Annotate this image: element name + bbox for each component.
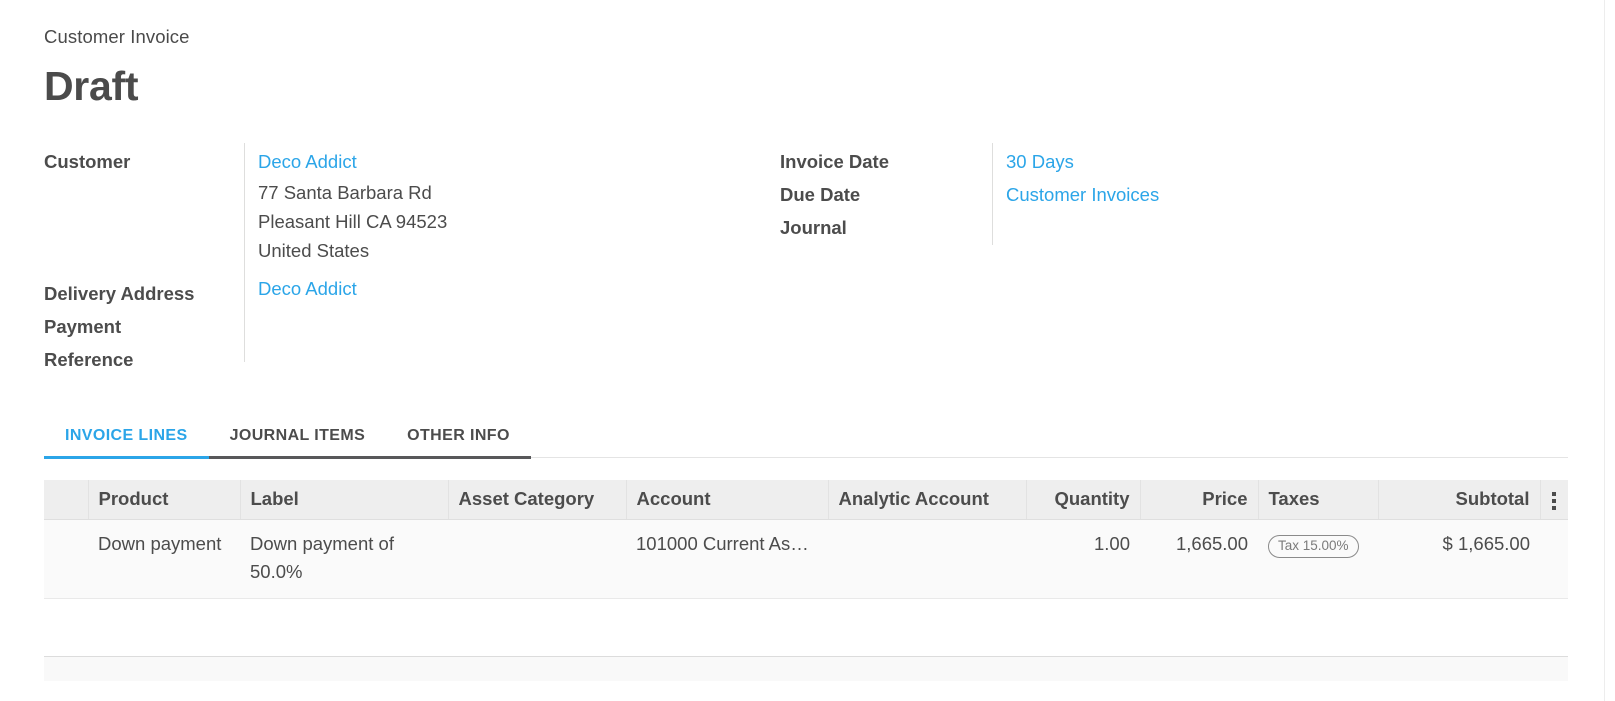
cell-analytic-account[interactable] [828, 519, 1026, 600]
cell-asset-category[interactable] [448, 519, 626, 600]
cell-quantity[interactable]: 1.00 [1026, 519, 1140, 600]
page-title: Draft [44, 63, 139, 110]
invoice-form-page: Customer Invoice Draft Customer Delivery… [0, 0, 1615, 701]
cell-row-options [1540, 519, 1568, 600]
tab-journal-items[interactable]: JOURNAL ITEMS [208, 419, 387, 460]
cell-subtotal: $ 1,665.00 [1378, 519, 1540, 600]
customer-name-link[interactable]: Deco Addict [258, 151, 357, 172]
column-options-cell [1540, 480, 1568, 521]
right-labels-column: Invoice Date Due Date Journal [780, 142, 992, 376]
form-groups: Customer Delivery Address Payment Refere… [0, 142, 1615, 376]
invoice-lines-table: Product Label Asset Category Account Ana… [44, 480, 1568, 600]
right-values-column: 30 Days Customer Invoices [993, 142, 1159, 376]
label-journal: Journal [780, 217, 847, 239]
label-customer: Customer [44, 151, 131, 173]
label-delivery-address: Delivery Address [44, 283, 195, 305]
vertical-scrollbar[interactable] [1604, 0, 1615, 701]
form-header: Customer Invoice Draft [0, 0, 1615, 112]
label-due-date: Due Date [780, 184, 861, 206]
customer-address-line-2: Pleasant Hill CA 94523 [258, 211, 448, 233]
notebook: INVOICE LINES JOURNAL ITEMS OTHER INFO [0, 418, 1615, 460]
cell-account[interactable]: 101000 Current As… [626, 519, 828, 600]
totals-panel [44, 656, 1568, 682]
column-header-account[interactable]: Account [626, 480, 829, 521]
column-header-price[interactable]: Price [1140, 480, 1259, 521]
breadcrumb: Customer Invoice [44, 26, 190, 47]
row-handle-cell[interactable] [44, 519, 88, 600]
table-header-row: Product Label Asset Category Account Ana… [44, 480, 1568, 521]
label-payment-reference: Payment Reference [44, 316, 134, 371]
cell-account-text: 101000 Current As… [636, 533, 809, 555]
form-group-left: Customer Delivery Address Payment Refere… [44, 142, 780, 376]
left-labels-column: Customer Delivery Address Payment Refere… [44, 142, 244, 376]
column-header-handle [44, 480, 89, 521]
delivery-address-link[interactable]: Deco Addict [258, 278, 357, 299]
journal-value[interactable]: Customer Invoices [1006, 184, 1159, 205]
table-row[interactable]: Down payment Down payment of 50.0% 10100… [44, 519, 1568, 600]
left-values-column: Deco Addict 77 Santa Barbara Rd Pleasant… [245, 142, 447, 376]
vertical-dots-icon[interactable] [1552, 492, 1557, 511]
due-date-value[interactable]: 30 Days [1006, 151, 1074, 172]
column-header-product[interactable]: Product [88, 480, 241, 521]
label-invoice-date: Invoice Date [780, 151, 889, 173]
column-header-asset-category[interactable]: Asset Category [448, 480, 627, 521]
column-header-analytic-account[interactable]: Analytic Account [828, 480, 1027, 521]
tax-badge: Tax 15.00% [1268, 535, 1359, 559]
tabs-filler [531, 418, 1568, 459]
column-header-quantity[interactable]: Quantity [1026, 480, 1141, 521]
tab-list: INVOICE LINES JOURNAL ITEMS OTHER INFO [44, 418, 1568, 460]
list-footer-gap [0, 599, 1615, 657]
form-group-right: Invoice Date Due Date Journal 30 Days Cu… [780, 142, 1480, 376]
column-header-taxes[interactable]: Taxes [1258, 480, 1379, 521]
column-header-label[interactable]: Label [240, 480, 449, 521]
customer-address-line-3: United States [258, 240, 370, 262]
cell-product[interactable]: Down payment [88, 519, 240, 600]
invoice-lines-table-wrapper: Product Label Asset Category Account Ana… [0, 480, 1615, 600]
cell-label[interactable]: Down payment of 50.0% [240, 519, 448, 600]
column-header-subtotal[interactable]: Subtotal [1378, 480, 1541, 521]
tab-other-info[interactable]: OTHER INFO [386, 419, 531, 460]
tab-invoice-lines[interactable]: INVOICE LINES [44, 419, 209, 460]
cell-taxes[interactable]: Tax 15.00% [1258, 519, 1378, 600]
customer-address-line-1: 77 Santa Barbara Rd [258, 182, 432, 204]
cell-price[interactable]: 1,665.00 [1140, 519, 1258, 600]
